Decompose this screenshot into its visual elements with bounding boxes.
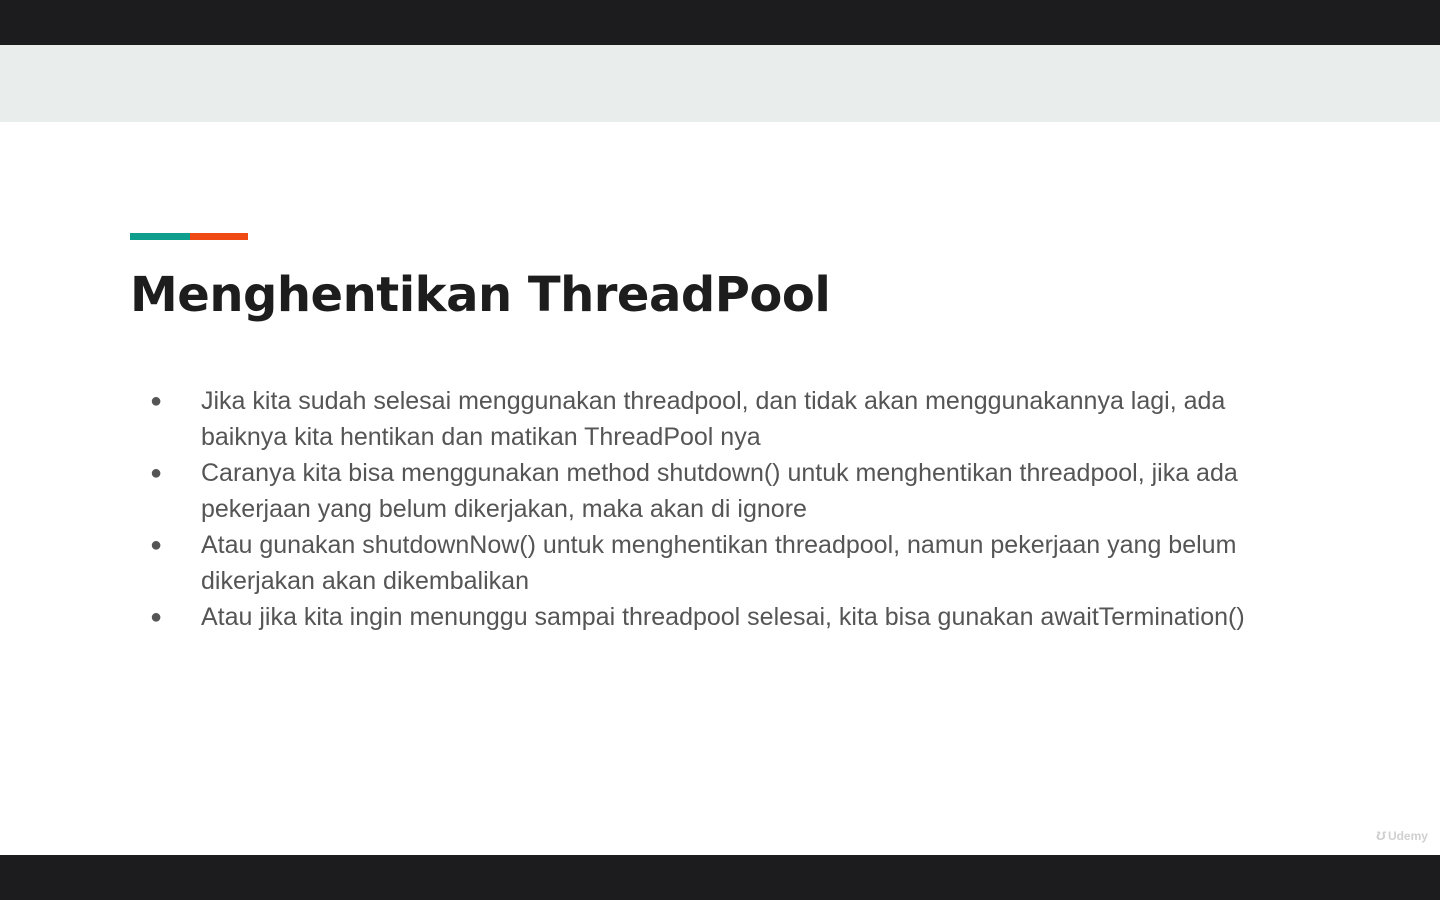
bullet-dot-icon: ● bbox=[150, 462, 163, 484]
video-letterbox-top bbox=[0, 0, 1440, 45]
bullet-list: ● Jika kita sudah selesai menggunakan th… bbox=[150, 383, 1300, 635]
video-letterbox-bottom bbox=[0, 855, 1440, 900]
udemy-watermark: ʊ Udemy bbox=[1376, 827, 1428, 845]
bullet-text: Atau gunakan shutdownNow() untuk menghen… bbox=[201, 531, 1237, 595]
udemy-logo-icon: ʊ bbox=[1376, 827, 1386, 844]
accent-bar-teal bbox=[130, 233, 190, 240]
slide-title: Menghentikan ThreadPool bbox=[130, 267, 831, 323]
presentation-slide: Menghentikan ThreadPool ● Jika kita suda… bbox=[0, 45, 1440, 855]
accent-bar-orange bbox=[190, 233, 248, 240]
bullet-dot-icon: ● bbox=[150, 606, 163, 628]
slide-header-band bbox=[0, 45, 1440, 122]
bullet-dot-icon: ● bbox=[150, 534, 163, 556]
bullet-item: ● Atau gunakan shutdownNow() untuk mengh… bbox=[150, 527, 1300, 599]
bullet-text: Caranya kita bisa menggunakan method shu… bbox=[201, 459, 1238, 523]
bullet-text: Atau jika kita ingin menunggu sampai thr… bbox=[201, 603, 1245, 631]
title-accent-bar bbox=[130, 233, 248, 240]
bullet-item: ● Atau jika kita ingin menunggu sampai t… bbox=[150, 599, 1300, 635]
bullet-item: ● Jika kita sudah selesai menggunakan th… bbox=[150, 383, 1300, 455]
bullet-text: Jika kita sudah selesai menggunakan thre… bbox=[201, 387, 1226, 451]
bullet-dot-icon: ● bbox=[150, 390, 163, 412]
bullet-item: ● Caranya kita bisa menggunakan method s… bbox=[150, 455, 1300, 527]
watermark-brand: Udemy bbox=[1387, 829, 1428, 843]
